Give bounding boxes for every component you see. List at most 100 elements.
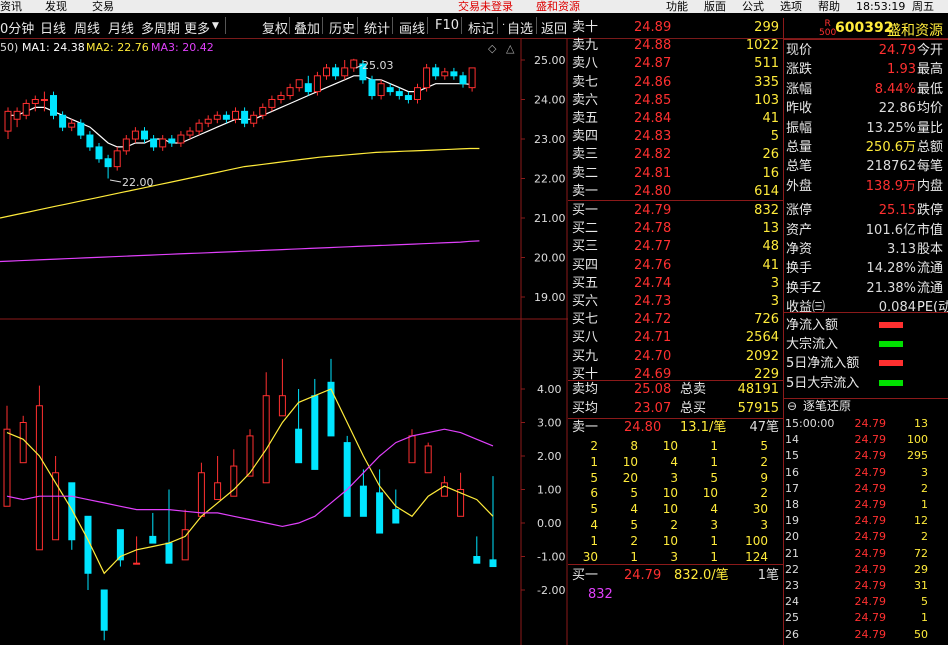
queue-cell: 2 — [670, 518, 678, 532]
ask-row[interactable]: 卖七 24.86 335 — [568, 73, 783, 92]
period-month[interactable]: 月线 — [108, 18, 134, 37]
ask-row[interactable]: 卖九 24.88 1022 — [568, 36, 783, 55]
bid-row[interactable]: 买五 24.74 3 — [568, 274, 783, 293]
indicator-bar — [376, 469, 384, 534]
ask-level-label: 卖二 — [572, 165, 599, 181]
indicator-bar — [311, 378, 319, 470]
queue-cell: 3 — [710, 518, 718, 532]
triangle-up-icon: △ — [506, 42, 515, 55]
chevron-down-icon[interactable]: ▼ — [212, 21, 219, 31]
quote-label-2: 流通 — [917, 280, 944, 296]
quote-label-2: 今开 — [917, 43, 944, 58]
candle — [368, 75, 376, 100]
candle-body — [423, 67, 431, 89]
bid-row[interactable]: 买九 24.70 2092 — [568, 347, 783, 366]
quote-row: 资产 101.6亿 市值 — [783, 221, 948, 240]
ask-row[interactable]: 卖十 24.89 299 — [568, 18, 783, 37]
tool-f10[interactable]: F10 — [435, 18, 459, 33]
ask-row[interactable]: 卖六 24.85 103 — [568, 91, 783, 110]
bid-row[interactable]: 买二 24.78 13 — [568, 219, 783, 238]
queue-cell: 30 — [752, 502, 768, 517]
sell-queue-label: 卖一 — [572, 420, 599, 435]
menu-faxian[interactable]: 发现 — [45, 0, 67, 13]
tool-diejia[interactable]: 叠加 — [294, 18, 320, 37]
indicator-bar — [408, 429, 416, 464]
bid-volume: 3 — [770, 275, 779, 291]
tool-tongji[interactable]: 统计 — [364, 18, 390, 37]
candle — [459, 71, 467, 88]
tool-lishi[interactable]: 历史 — [329, 18, 355, 37]
bid-row[interactable]: 买七 24.72 726 — [568, 310, 783, 329]
period-day[interactable]: 日线 — [40, 18, 66, 37]
tool-fanhui[interactable]: 返回 — [541, 18, 567, 37]
indicator-tick: -2.00 — [537, 584, 565, 597]
tool-zixuan[interactable]: 自选 — [507, 18, 533, 37]
menu-jiaoyi[interactable]: 交易 — [92, 0, 114, 13]
quote-label: 涨跌 — [786, 62, 813, 78]
ask-row[interactable]: 卖三 24.82 26 — [568, 145, 783, 164]
menu-banmian[interactable]: 版面 — [704, 0, 726, 13]
candle — [4, 107, 12, 139]
tick-volume: 12 — [914, 514, 928, 528]
ask-row[interactable]: 卖一 24.80 614 — [568, 182, 783, 201]
tick-price: 24.79 — [854, 481, 887, 495]
bid-row[interactable]: 买三 24.77 48 — [568, 237, 783, 256]
price-tick: 25.00 — [534, 54, 566, 67]
quote-label-2: 最高 — [917, 62, 944, 78]
clock: 18:53:19 — [856, 0, 906, 13]
tick-volume: 50 — [914, 627, 928, 641]
bid-row[interactable]: 买八 24.71 2564 — [568, 328, 783, 347]
queue-cell: 1 — [590, 533, 598, 548]
queue-cell: 2 — [590, 439, 598, 453]
ask-row[interactable]: 卖四 24.83 5 — [568, 127, 783, 146]
bid-row[interactable]: 买四 24.76 41 — [568, 256, 783, 275]
candle — [168, 135, 176, 147]
indicator-bar-body — [359, 485, 367, 517]
menu-zixun[interactable]: 资讯 — [0, 0, 22, 13]
kline-chart[interactable]: 50) MA1: 24.38 MA2: 22.76 MA3: 20.42 ◇ △… — [0, 38, 568, 645]
candle — [122, 135, 130, 155]
login-status[interactable]: 交易未登录 — [458, 0, 513, 13]
tick-price: 24.79 — [854, 595, 887, 609]
candle — [150, 135, 158, 151]
quote-row: 换手 14.28% 流通 — [783, 259, 948, 278]
quote-row: 总量 250.6万 总额 — [783, 138, 948, 157]
buy-total-value: 57915 — [737, 401, 779, 416]
menu-xuanxiang[interactable]: 选项 — [780, 0, 802, 13]
ask-row[interactable]: 卖八 24.87 511 — [568, 54, 783, 73]
quote-label-2: 总额 — [917, 140, 944, 155]
period-minute[interactable]: 0分钟 — [0, 18, 34, 37]
period-multi[interactable]: 多周期 — [141, 18, 180, 37]
bid-level-label: 买八 — [572, 330, 599, 346]
period-more[interactable]: 更多 — [184, 18, 210, 37]
flow-bar — [879, 322, 903, 328]
quote-row: 总笔 218762 每笔 — [783, 157, 948, 176]
quote-label-2: 市值 — [917, 222, 944, 238]
tick-time: 25 — [785, 611, 799, 625]
quote-value: 0.084 — [878, 300, 916, 316]
menu-bangzhu[interactable]: 帮助 — [818, 0, 840, 13]
bid-price: 24.70 — [634, 348, 672, 364]
bid-row[interactable]: 买一 24.79 832 — [568, 201, 783, 220]
candle-body — [68, 122, 76, 128]
bid-level-label: 买六 — [572, 294, 599, 309]
quote-row: 振幅 13.25% 量比 — [783, 119, 948, 138]
tick-volume: 2 — [921, 530, 928, 544]
ask-row[interactable]: 卖五 24.84 41 — [568, 109, 783, 128]
ticks-header[interactable]: ⊖ 逐笔还原 — [783, 398, 948, 415]
tool-fuquan[interactable]: 复权 — [262, 18, 288, 37]
candle — [68, 119, 76, 132]
candle-body — [77, 122, 85, 136]
candle-body — [22, 102, 30, 116]
tool-biaoji[interactable]: 标记 — [468, 18, 494, 37]
menu-gongshi[interactable]: 公式 — [742, 0, 764, 13]
menu-gongneng[interactable]: 功能 — [666, 0, 688, 13]
ask-row[interactable]: 卖二 24.81 16 — [568, 164, 783, 183]
period-week[interactable]: 周线 — [74, 18, 100, 37]
sell-queue-price: 24.80 — [624, 420, 662, 435]
tool-huaxian[interactable]: 画线 — [399, 18, 425, 37]
bid-row[interactable]: 买六 24.73 3 — [568, 292, 783, 311]
queue-cell: 5 — [760, 439, 768, 453]
candle-body — [186, 130, 194, 136]
indicator-bar — [424, 442, 432, 474]
